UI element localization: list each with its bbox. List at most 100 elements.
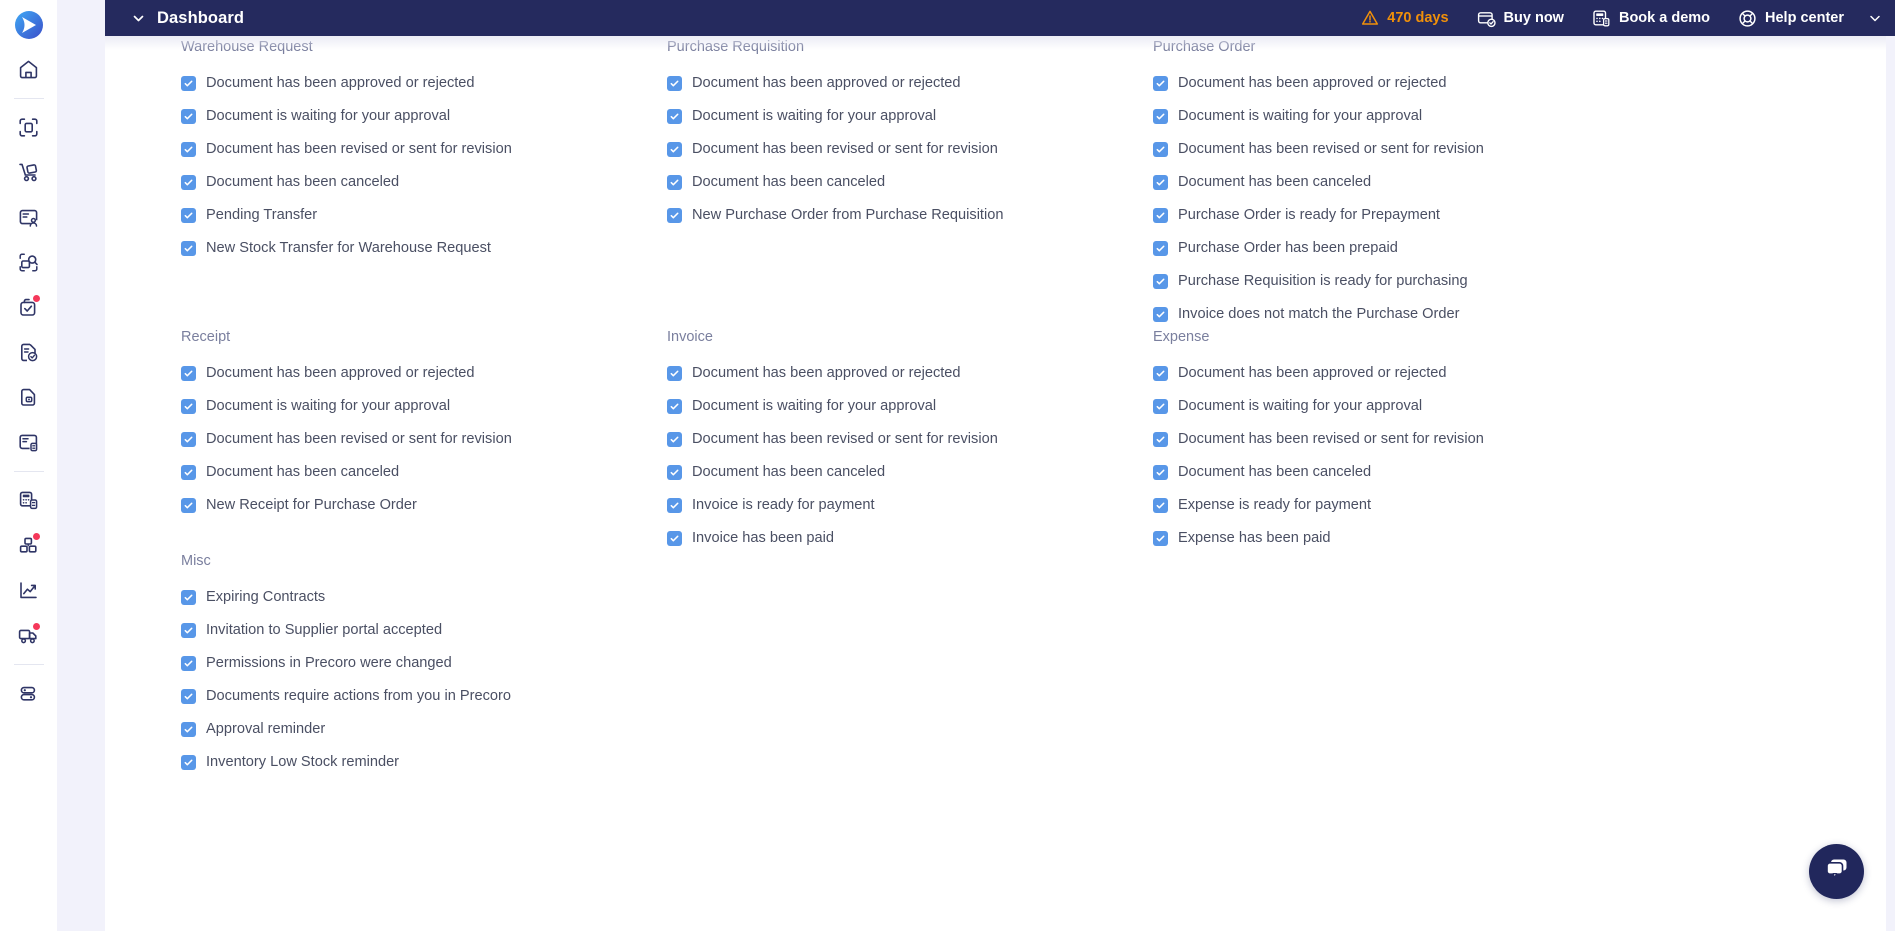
sidebar-item-receipt[interactable] xyxy=(0,375,57,420)
notification-option[interactable]: Document has been revised or sent for re… xyxy=(181,423,671,456)
checkbox-checked-icon[interactable] xyxy=(181,623,196,638)
sidebar-item-warehouse-request[interactable] xyxy=(0,150,57,195)
checkbox-checked-icon[interactable] xyxy=(181,142,196,157)
checkbox-checked-icon[interactable] xyxy=(1153,76,1168,91)
notification-option[interactable]: Invitation to Supplier portal accepted xyxy=(181,614,671,647)
checkbox-checked-icon[interactable] xyxy=(1153,109,1168,124)
notification-option[interactable]: Document has been canceled xyxy=(667,166,1157,199)
checkbox-checked-icon[interactable] xyxy=(667,76,682,91)
notification-option[interactable]: Document has been revised or sent for re… xyxy=(1153,423,1643,456)
notification-option[interactable]: Document has been approved or rejected xyxy=(667,67,1157,100)
checkbox-checked-icon[interactable] xyxy=(667,498,682,513)
checkbox-checked-icon[interactable] xyxy=(181,755,196,770)
checkbox-checked-icon[interactable] xyxy=(667,366,682,381)
notification-option[interactable]: Document is waiting for your approval xyxy=(181,100,671,133)
notification-option[interactable]: Document has been canceled xyxy=(181,456,671,489)
notification-option[interactable]: Document has been revised or sent for re… xyxy=(181,133,671,166)
notification-option[interactable]: Document has been revised or sent for re… xyxy=(1153,133,1643,166)
sidebar-item-supplier-contact[interactable] xyxy=(0,195,57,240)
checkbox-checked-icon[interactable] xyxy=(181,175,196,190)
checkbox-checked-icon[interactable] xyxy=(181,498,196,513)
notification-option[interactable]: Invoice is ready for payment xyxy=(667,489,1157,522)
notification-option[interactable]: Document has been revised or sent for re… xyxy=(667,423,1157,456)
checkbox-checked-icon[interactable] xyxy=(181,208,196,223)
notification-option[interactable]: Expiring Contracts xyxy=(181,581,671,614)
sidebar-item-deliveries[interactable] xyxy=(0,613,57,658)
notification-option[interactable]: Document has been approved or rejected xyxy=(1153,357,1643,390)
checkbox-checked-icon[interactable] xyxy=(181,366,196,381)
checkbox-checked-icon[interactable] xyxy=(667,465,682,480)
notification-option[interactable]: Purchase Order has been prepaid xyxy=(1153,232,1643,265)
notification-option[interactable]: Documents require actions from you in Pr… xyxy=(181,680,671,713)
checkbox-checked-icon[interactable] xyxy=(1153,432,1168,447)
notification-option[interactable]: Inventory Low Stock reminder xyxy=(181,746,671,779)
checkbox-checked-icon[interactable] xyxy=(181,689,196,704)
chevron-down-icon[interactable] xyxy=(1858,11,1892,25)
vertical-scrollbar[interactable] xyxy=(1886,36,1895,931)
checkbox-checked-icon[interactable] xyxy=(1153,498,1168,513)
checkbox-checked-icon[interactable] xyxy=(1153,465,1168,480)
checkbox-checked-icon[interactable] xyxy=(667,399,682,414)
notification-option[interactable]: Document is waiting for your approval xyxy=(1153,100,1643,133)
notification-option[interactable]: Document has been canceled xyxy=(1153,456,1643,489)
notification-option[interactable]: Document has been approved or rejected xyxy=(181,357,671,390)
checkbox-checked-icon[interactable] xyxy=(181,399,196,414)
notification-option[interactable]: Document has been canceled xyxy=(181,166,671,199)
sidebar-item-rfq-search[interactable] xyxy=(0,240,57,285)
checkbox-checked-icon[interactable] xyxy=(1153,531,1168,546)
sidebar-item-budgets[interactable] xyxy=(0,478,57,523)
checkbox-checked-icon[interactable] xyxy=(181,432,196,447)
chevron-down-icon[interactable] xyxy=(129,9,147,27)
checkbox-checked-icon[interactable] xyxy=(667,208,682,223)
checkbox-checked-icon[interactable] xyxy=(181,241,196,256)
notification-option[interactable]: Invoice has been paid xyxy=(667,522,1157,555)
notification-option[interactable]: Document has been revised or sent for re… xyxy=(667,133,1157,166)
notification-option[interactable]: Document is waiting for your approval xyxy=(181,390,671,423)
notification-option[interactable]: Purchase Requisition is ready for purcha… xyxy=(1153,265,1643,298)
notification-option[interactable]: Approval reminder xyxy=(181,713,671,746)
book-a-demo-button[interactable]: Book a demo xyxy=(1578,0,1724,36)
help-center-button[interactable]: Help center xyxy=(1724,0,1858,36)
notification-option[interactable]: New Receipt for Purchase Order xyxy=(181,489,671,522)
checkbox-checked-icon[interactable] xyxy=(1153,274,1168,289)
notification-option[interactable]: New Purchase Order from Purchase Requisi… xyxy=(667,199,1157,232)
checkbox-checked-icon[interactable] xyxy=(1153,307,1168,322)
notification-option[interactable]: Purchase Order is ready for Prepayment xyxy=(1153,199,1643,232)
chat-widget-button[interactable] xyxy=(1809,844,1864,899)
notification-option[interactable]: Document is waiting for your approval xyxy=(1153,390,1643,423)
checkbox-checked-icon[interactable] xyxy=(667,531,682,546)
notification-option[interactable]: Document has been canceled xyxy=(667,456,1157,489)
notification-option[interactable]: Document has been approved or rejected xyxy=(1153,67,1643,100)
sidebar-item-home[interactable] xyxy=(0,47,57,92)
checkbox-checked-icon[interactable] xyxy=(181,590,196,605)
notification-option[interactable]: Expense is ready for payment xyxy=(1153,489,1643,522)
checkbox-checked-icon[interactable] xyxy=(181,109,196,124)
notification-option[interactable]: Document is waiting for your approval xyxy=(667,100,1157,133)
notification-option[interactable]: Expense has been paid xyxy=(1153,522,1643,555)
checkbox-checked-icon[interactable] xyxy=(181,722,196,737)
checkbox-checked-icon[interactable] xyxy=(667,175,682,190)
checkbox-checked-icon[interactable] xyxy=(181,76,196,91)
sidebar-item-reports[interactable] xyxy=(0,568,57,613)
sidebar-item-approvals[interactable] xyxy=(0,285,57,330)
notification-option[interactable]: Permissions in Precoro were changed xyxy=(181,647,671,680)
notification-option[interactable]: Invoice does not match the Purchase Orde… xyxy=(1153,298,1643,331)
checkbox-checked-icon[interactable] xyxy=(667,109,682,124)
checkbox-checked-icon[interactable] xyxy=(1153,241,1168,256)
notification-option[interactable]: Document is waiting for your approval xyxy=(667,390,1157,423)
sidebar-item-invoice[interactable] xyxy=(0,420,57,465)
checkbox-checked-icon[interactable] xyxy=(1153,142,1168,157)
checkbox-checked-icon[interactable] xyxy=(181,465,196,480)
trial-days-indicator[interactable]: 470 days xyxy=(1347,0,1462,36)
checkbox-checked-icon[interactable] xyxy=(181,656,196,671)
buy-now-button[interactable]: Buy now xyxy=(1463,0,1578,36)
sidebar-item-scan-document[interactable] xyxy=(0,105,57,150)
notification-option[interactable]: Document has been approved or rejected xyxy=(181,67,671,100)
checkbox-checked-icon[interactable] xyxy=(1153,366,1168,381)
checkbox-checked-icon[interactable] xyxy=(1153,208,1168,223)
checkbox-checked-icon[interactable] xyxy=(1153,175,1168,190)
sidebar-item-settings-toggles[interactable] xyxy=(0,671,57,716)
sidebar-item-inventory[interactable] xyxy=(0,523,57,568)
notification-option[interactable]: Document has been approved or rejected xyxy=(667,357,1157,390)
notification-option[interactable]: New Stock Transfer for Warehouse Request xyxy=(181,232,671,265)
